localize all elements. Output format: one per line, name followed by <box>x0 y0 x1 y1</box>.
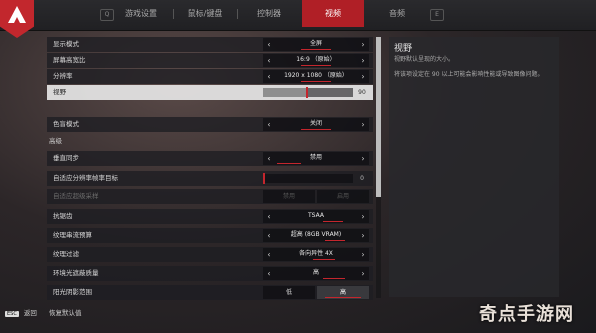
chevron-left-icon[interactable]: ‹ <box>263 54 275 67</box>
chevron-left-icon[interactable]: ‹ <box>263 38 275 51</box>
selection-indicator <box>301 81 331 82</box>
selection-indicator <box>313 259 335 260</box>
setting-ambient-occlusion[interactable]: 环境光遮蔽质量 ‹ 高 › <box>47 266 373 281</box>
setting-label: 屏幕高宽比 <box>53 56 86 64</box>
setting-label: 自适应分辨率帧率目标 <box>53 174 118 182</box>
section-advanced: 高级 <box>49 137 62 145</box>
esc-key-icon: ESC <box>5 311 19 317</box>
selection-indicator <box>325 240 345 241</box>
tab-audio[interactable]: 音频 <box>366 0 428 27</box>
option-label: 低 <box>285 289 292 296</box>
option-high[interactable]: 高 <box>317 286 369 299</box>
tab-gameplay[interactable]: 游戏设置 <box>110 0 172 27</box>
selection-indicator <box>277 163 301 164</box>
chevron-right-icon[interactable]: › <box>357 54 369 67</box>
selector-value: TSAA <box>308 212 324 219</box>
tab-mouse-keyboard[interactable]: 鼠标/键盘 <box>174 0 236 27</box>
next-tab-hint: E <box>430 9 444 21</box>
adaptive-fps-slider[interactable] <box>263 173 353 184</box>
setting-label: 显示模式 <box>53 40 79 48</box>
selection-indicator <box>323 278 345 279</box>
option-label: 高 <box>339 289 346 296</box>
reset-defaults-button[interactable]: 恢复默认值 <box>49 309 82 317</box>
setting-texture-budget[interactable]: 纹理串流预算 ‹ 超高 (8GB VRAM) › <box>47 228 373 243</box>
setting-colorblind-mode[interactable]: 色盲模式 ‹ 关闭 › <box>47 117 373 132</box>
anti-aliasing-selector[interactable]: ‹ TSAA › <box>263 210 369 223</box>
setting-texture-filtering[interactable]: 纹理过滤 ‹ 各向异性 4X › <box>47 247 373 262</box>
selection-indicator <box>325 297 361 298</box>
vsync-selector[interactable]: ‹ 禁用 › <box>263 152 369 165</box>
setting-label: 视野 <box>53 88 66 96</box>
chevron-left-icon[interactable]: ‹ <box>263 118 275 131</box>
chevron-right-icon[interactable]: › <box>357 210 369 223</box>
texture-budget-selector[interactable]: ‹ 超高 (8GB VRAM) › <box>263 229 369 242</box>
settings-scrollbar[interactable] <box>376 37 381 298</box>
setting-label: 分辨率 <box>53 72 73 80</box>
adaptive-fps-value: 0 <box>360 175 364 182</box>
chevron-right-icon[interactable]: › <box>357 248 369 261</box>
info-subtitle: 视野默认呈现的大小。 <box>394 56 455 63</box>
setting-adaptive-resolution-target[interactable]: 自适应分辨率帧率目标 0 <box>47 171 373 186</box>
selection-indicator <box>301 129 331 130</box>
aspect-ratio-selector[interactable]: ‹ 16:9 （原始） › <box>263 54 369 67</box>
chevron-left-icon[interactable]: ‹ <box>263 210 275 223</box>
top-nav-bar: Q 游戏设置 鼠标/键盘 控制器 视频 音频 E <box>0 0 596 38</box>
chevron-right-icon[interactable]: › <box>357 152 369 165</box>
back-button[interactable]: 返回 <box>24 309 37 317</box>
setting-sun-shadow-coverage[interactable]: 阳光阴影范围 低 高 <box>47 285 373 300</box>
tab-controller[interactable]: 控制器 <box>238 0 300 27</box>
setting-aspect-ratio[interactable]: 屏幕高宽比 ‹ 16:9 （原始） › <box>47 53 373 68</box>
setting-label: 色盲模式 <box>53 120 79 128</box>
tab-video[interactable]: 视频 <box>302 0 364 27</box>
chevron-right-icon[interactable]: › <box>357 70 369 83</box>
chevron-right-icon[interactable]: › <box>357 118 369 131</box>
chevron-left-icon[interactable]: ‹ <box>263 248 275 261</box>
chevron-right-icon[interactable]: › <box>357 38 369 51</box>
chevron-left-icon[interactable]: ‹ <box>263 229 275 242</box>
apex-logo <box>0 0 34 38</box>
option-disabled: 禁用 <box>263 190 315 203</box>
footer-bar: ESC 返回 恢复默认值 <box>5 307 81 317</box>
slider-handle[interactable] <box>306 87 309 98</box>
fov-slider[interactable] <box>263 87 353 98</box>
resolution-selector[interactable]: ‹ 1920 x 1080 （原始） › <box>263 70 369 83</box>
setting-label: 纹理过滤 <box>53 250 79 258</box>
setting-display-mode[interactable]: 显示模式 ‹ 全屏 › <box>47 37 373 52</box>
slider-fill <box>263 88 307 97</box>
texture-filtering-selector[interactable]: ‹ 各向异性 4X › <box>263 248 369 261</box>
setting-label: 环境光遮蔽质量 <box>53 269 99 277</box>
chevron-right-icon[interactable]: › <box>357 229 369 242</box>
display-mode-selector[interactable]: ‹ 全屏 › <box>263 38 369 51</box>
chevron-left-icon[interactable]: ‹ <box>263 267 275 280</box>
setting-field-of-view[interactable]: 视野 90 <box>47 85 373 100</box>
option-low[interactable]: 低 <box>263 286 315 299</box>
slider-handle[interactable] <box>263 173 265 184</box>
setting-adaptive-supersampling: 自适应超级采样 禁用 启用 <box>47 189 373 204</box>
colorblind-selector[interactable]: ‹ 关闭 › <box>263 118 369 131</box>
setting-label: 阳光阴影范围 <box>53 288 92 296</box>
setting-label: 纹理串流预算 <box>53 231 92 239</box>
info-title: 视野 <box>394 44 413 54</box>
watermark-logo: 奇点手游网 <box>479 304 574 325</box>
setting-vsync[interactable]: 垂直同步 ‹ 禁用 › <box>47 151 373 166</box>
chevron-left-icon[interactable]: ‹ <box>263 152 275 165</box>
setting-resolution[interactable]: 分辨率 ‹ 1920 x 1080 （原始） › <box>47 69 373 84</box>
option-enabled: 启用 <box>317 190 369 203</box>
chevron-right-icon[interactable]: › <box>357 267 369 280</box>
ambient-occlusion-selector[interactable]: ‹ 高 › <box>263 267 369 280</box>
setting-anti-aliasing[interactable]: 抗锯齿 ‹ TSAA › <box>47 209 373 224</box>
scrollbar-thumb[interactable] <box>376 37 381 197</box>
selection-indicator <box>301 49 331 50</box>
setting-label: 垂直同步 <box>53 154 79 162</box>
setting-label: 抗锯齿 <box>53 212 73 220</box>
setting-label: 自适应超级采样 <box>53 192 99 200</box>
selection-indicator <box>323 221 343 222</box>
info-panel: 视野 视野默认呈现的大小。 将该项设定在 90 以上可能会影响性能或导致图像问题… <box>389 37 559 297</box>
selection-indicator <box>301 65 331 66</box>
info-description: 将该项设定在 90 以上可能会影响性能或导致图像问题。 <box>394 71 544 78</box>
chevron-left-icon[interactable]: ‹ <box>263 70 275 83</box>
fov-value: 90 <box>358 89 366 96</box>
